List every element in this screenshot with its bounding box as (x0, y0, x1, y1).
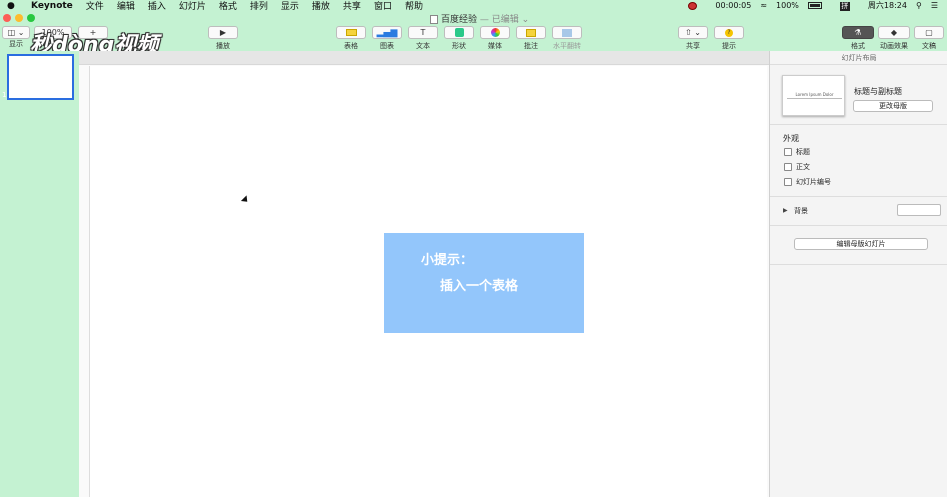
disclosure-triangle-icon[interactable]: ▶ (783, 207, 788, 214)
flip-horizontal-button[interactable]: 水平翻转 (552, 26, 582, 51)
document-inspector-icon: ▢ (914, 26, 944, 39)
edit-master-slide-button[interactable]: 编辑母版幻灯片 (794, 238, 928, 250)
background-label: 背景 (794, 207, 808, 215)
chevron-down-icon: ⌄ (521, 15, 530, 25)
body-checkbox[interactable]: 正文 (784, 162, 810, 172)
diamond-icon: ◆ (878, 26, 910, 39)
change-master-button[interactable]: 更改母版 (853, 100, 933, 112)
slide-canvas[interactable]: 小提示： 插入一个表格 (89, 66, 767, 497)
divider (770, 196, 947, 197)
status-area: 00:00:05 ≈ 100% 拼 周六18:24 ⚲ ☰ (688, 0, 947, 11)
chart-icon: ▂▄▆ (372, 26, 402, 39)
comment-icon (516, 26, 546, 39)
table-icon (336, 26, 366, 39)
menu-app-name[interactable]: Keynote (31, 1, 73, 11)
menu-bar: ● Keynote 文件 编辑 插入 幻灯片 格式 排列 显示 播放 共享 窗口… (0, 0, 947, 12)
divider (770, 264, 947, 265)
tip-body: 插入一个表格 (440, 279, 519, 294)
format-inspector: 幻灯片布局 Lorem Ipsum Dolor 标题与副标题 更改母版 外观 标… (769, 51, 947, 497)
divider (770, 225, 947, 226)
tips-button[interactable]: ? 提示 (714, 26, 744, 51)
apple-icon[interactable]: ● (7, 1, 17, 11)
title-checkbox[interactable]: 标题 (784, 147, 810, 157)
spotlight-icon[interactable]: ⚲ (916, 1, 922, 10)
slide-layout-thumbnail[interactable]: Lorem Ipsum Dolor (782, 75, 845, 116)
battery-percent: 100% (776, 1, 799, 10)
divider (770, 64, 947, 65)
background-color-well[interactable] (897, 204, 941, 216)
shape-button[interactable]: 形状 (444, 26, 474, 51)
media-icon (480, 26, 510, 39)
paintbrush-icon: ⚗ (842, 26, 874, 39)
comment-button[interactable]: 批注 (516, 26, 546, 51)
input-method-icon[interactable]: 拼 (839, 1, 859, 11)
notification-center-icon[interactable]: ☰ (931, 1, 938, 10)
clock[interactable]: 周六18:24 (868, 0, 907, 11)
play-button[interactable]: ▶ 播放 (208, 26, 238, 51)
appearance-label: 外观 (783, 134, 799, 143)
close-icon[interactable] (3, 14, 11, 22)
canvas-area: 小提示： 插入一个表格 (79, 51, 769, 497)
layout-name: 标题与副标题 (854, 87, 902, 96)
battery-icon[interactable] (807, 1, 831, 10)
view-button[interactable]: ◫ ⌄ 显示 (2, 26, 30, 49)
text-button[interactable]: T 文本 (408, 26, 438, 51)
window-title[interactable]: 百度经验 — 已编辑 ⌄ (430, 12, 529, 25)
canvas-top-strip (79, 51, 769, 65)
record-icon[interactable] (688, 1, 706, 10)
sidebar-icon: ◫ ⌄ (2, 26, 30, 39)
window-controls (3, 14, 35, 22)
document-icon (430, 15, 438, 24)
inspector-title: 幻灯片布局 (841, 54, 877, 62)
share-button[interactable]: ⇧ ⌄ 共享 (678, 26, 708, 51)
shape-icon (444, 26, 474, 39)
slide-number: 1 (2, 91, 7, 99)
divider (770, 124, 947, 125)
chart-button[interactable]: ▂▄▆ 图表 (372, 26, 402, 51)
share-icon: ⇧ ⌄ (678, 26, 708, 39)
play-icon: ▶ (208, 26, 238, 39)
slide-number-checkbox[interactable]: 幻灯片编号 (784, 177, 831, 187)
wifi-icon[interactable]: ≈ (760, 1, 767, 10)
slide-navigator: 1 (0, 51, 79, 497)
minimize-icon[interactable] (15, 14, 23, 22)
tip-text-box[interactable]: 小提示： 插入一个表格 (384, 233, 584, 333)
animate-button[interactable]: ◆ 动画效果 (878, 26, 910, 51)
lightbulb-icon: ? (714, 26, 744, 39)
slide-thumbnail-1[interactable] (7, 54, 74, 100)
format-button[interactable]: ⚗ 格式 (842, 26, 874, 51)
table-button[interactable]: 表格 (336, 26, 366, 51)
record-timer: 00:00:05 (715, 1, 752, 10)
document-button[interactable]: ▢ 文稿 (914, 26, 944, 51)
zoom-icon[interactable] (27, 14, 35, 22)
tip-title: 小提示： (421, 253, 474, 268)
flip-icon (552, 26, 582, 39)
text-icon: T (408, 26, 438, 39)
media-button[interactable]: 媒体 (480, 26, 510, 51)
